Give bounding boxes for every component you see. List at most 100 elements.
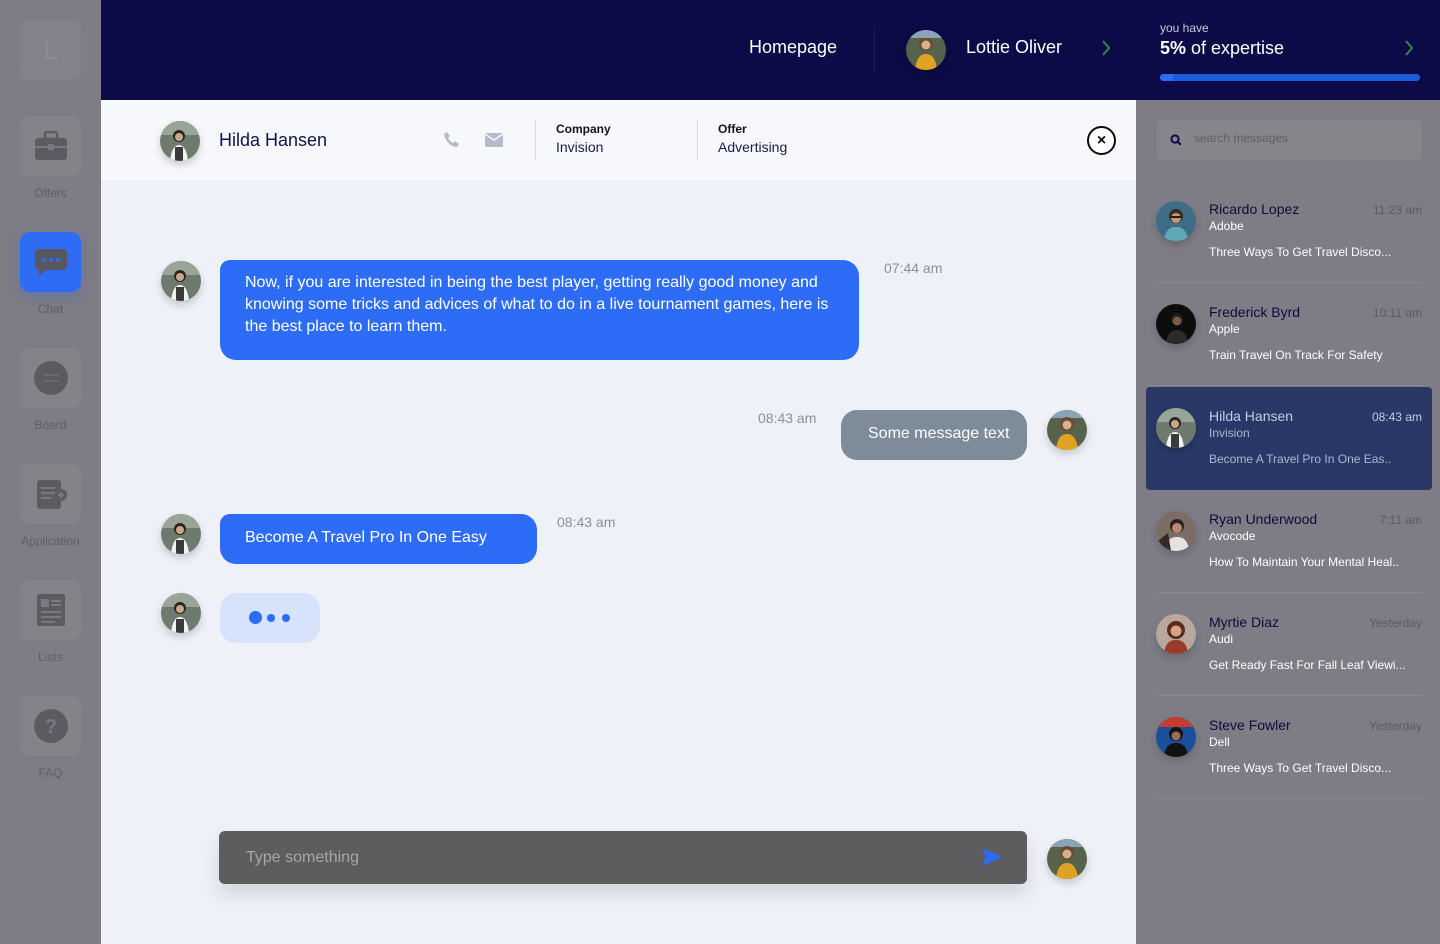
message-composer: [219, 831, 1027, 884]
chevron-right-icon[interactable]: [1404, 39, 1414, 57]
conversation-preview: Three Ways To Get Travel Disco...: [1209, 761, 1392, 775]
conversation-name: Ryan Underwood: [1209, 511, 1318, 527]
left-sidebar: L Offers Chat Board Application Lists ?: [0, 0, 101, 944]
phone-icon[interactable]: [443, 131, 461, 149]
typing-dot: [267, 614, 275, 622]
avatar: [1156, 511, 1196, 551]
nav-label-chat: Chat: [37, 302, 64, 316]
chevron-right-icon[interactable]: [1101, 39, 1111, 57]
divider: [535, 120, 536, 160]
typing-dot: [249, 611, 262, 624]
expertise-text: 5% of expertise: [1160, 38, 1285, 58]
logo[interactable]: L: [20, 20, 81, 80]
nav-item-offers[interactable]: Offers: [0, 116, 101, 200]
nav-label-lists: Lists: [38, 650, 63, 664]
conversation-company: Dell: [1209, 735, 1230, 749]
svg-text:?: ?: [44, 716, 56, 738]
message-time: 08:43 am: [557, 514, 616, 530]
divider: [697, 120, 698, 160]
conversation-name: Hilda Hansen: [1209, 408, 1294, 424]
contact-avatar: [161, 514, 201, 554]
send-icon[interactable]: [981, 847, 1003, 867]
company-info: Company Invision: [556, 122, 611, 155]
offer-info: Offer Advertising: [718, 122, 787, 155]
user-avatar[interactable]: [906, 30, 946, 70]
expertise-panel[interactable]: you have 5% of expertise: [1136, 0, 1440, 100]
question-icon: ?: [33, 709, 68, 743]
conversation-company: Invision: [1209, 426, 1250, 440]
user-avatar: [1047, 410, 1087, 450]
conversation-time: 7:11 am: [1379, 513, 1422, 527]
nav-item-board[interactable]: Board: [0, 348, 101, 432]
conversation-time: 10:11 am: [1372, 306, 1422, 320]
avatar: [1156, 201, 1196, 241]
close-icon: ×: [1096, 131, 1107, 149]
board-icon: [33, 361, 68, 395]
conversation-time: 08:43 am: [1371, 410, 1422, 424]
user-avatar: [1047, 839, 1087, 879]
message-text: Some message text: [868, 425, 1010, 442]
typing-indicator: [220, 593, 320, 643]
chat-window: Hilda Hansen Company Invision Offer Adve…: [101, 100, 1136, 944]
conversation-time: Yesterday: [1369, 616, 1422, 630]
nav-item-faq[interactable]: ? FAQ: [0, 696, 101, 780]
typing-dot: [282, 614, 290, 622]
mail-icon[interactable]: [485, 133, 503, 147]
nav-label-offers: Offers: [34, 186, 67, 200]
nav-item-application[interactable]: Application: [0, 464, 101, 548]
message-time: 07:44 am: [884, 260, 943, 276]
contact-avatar: [161, 261, 201, 301]
top-bar: Homepage Lottie Oliver you have 5% of ex…: [101, 0, 1440, 100]
avatar: [1156, 408, 1196, 448]
message-text: Now, if you are interested in being the …: [245, 274, 829, 335]
message-text: Become A Travel Pro In One Easy: [245, 529, 487, 546]
user-name[interactable]: Lottie Oliver: [966, 37, 1062, 58]
offer-label: Offer: [718, 122, 747, 136]
lists-icon: [36, 594, 65, 626]
conversation-item[interactable]: Ryan Underwood 7:11 am Avocode How To Ma…: [1156, 490, 1422, 593]
conversation-item[interactable]: Frederick Byrd 10:11 am Apple Train Trav…: [1156, 283, 1422, 386]
close-button[interactable]: ×: [1087, 126, 1116, 155]
conversation-company: Adobe: [1209, 219, 1244, 233]
briefcase-icon: [34, 131, 67, 160]
company-label: Company: [556, 122, 611, 136]
contact-avatar[interactable]: [160, 121, 200, 161]
nav-label-board: Board: [34, 418, 67, 432]
message-input[interactable]: [246, 846, 946, 870]
search-box: [1157, 120, 1422, 160]
conversation-time: 11:23 am: [1372, 203, 1422, 217]
contact-name: Hilda Hansen: [219, 130, 328, 150]
conversation-item-selected[interactable]: Hilda Hansen 08:43 am Invision Become A …: [1146, 387, 1432, 490]
message-time: 08:43 am: [758, 410, 817, 426]
conversation-name: Steve Fowler: [1209, 717, 1291, 733]
homepage-link[interactable]: Homepage: [749, 37, 837, 58]
expertise-progress-bar: [1160, 74, 1420, 81]
conversation-name: Ricardo Lopez: [1209, 201, 1300, 217]
conversation-preview: Get Ready Fast For Fall Leaf Viewi...: [1209, 658, 1406, 672]
conversation-item[interactable]: Ricardo Lopez 11:23 am Adobe Three Ways …: [1156, 180, 1422, 283]
nav-label-application: Application: [21, 534, 80, 548]
chat-header: Hilda Hansen Company Invision Offer Adve…: [101, 100, 1136, 180]
conversation-company: Apple: [1209, 322, 1240, 336]
message-bubble: Some message text: [841, 410, 1027, 460]
avatar: [1156, 614, 1196, 654]
conversation-preview: How To Maintain Your Mental Heal..: [1209, 555, 1399, 569]
contact-avatar: [161, 593, 201, 633]
conversation-item[interactable]: Myrtie Diaz Yesterday Audi Get Ready Fas…: [1156, 593, 1422, 696]
conversation-item[interactable]: Steve Fowler Yesterday Dell Three Ways T…: [1156, 696, 1422, 799]
avatar: [1156, 304, 1196, 344]
search-input[interactable]: [1194, 131, 1404, 145]
company-value: Invision: [556, 139, 604, 155]
nav-item-chat[interactable]: Chat: [0, 232, 101, 316]
conversation-company: Avocode: [1209, 529, 1256, 543]
conversation-name: Frederick Byrd: [1209, 304, 1301, 320]
nav-item-lists[interactable]: Lists: [0, 580, 101, 664]
conversation-name: Myrtie Diaz: [1209, 614, 1280, 630]
conversation-preview: Train Travel On Track For Safety: [1209, 348, 1383, 362]
conversation-panel: Ricardo Lopez 11:23 am Adobe Three Ways …: [1136, 100, 1440, 944]
nav-label-faq: FAQ: [38, 766, 63, 780]
search-icon: [1170, 134, 1182, 146]
conversation-preview: Become A Travel Pro In One Eas..: [1209, 452, 1392, 466]
offer-value: Advertising: [718, 139, 788, 155]
chat-icon: [34, 249, 67, 276]
